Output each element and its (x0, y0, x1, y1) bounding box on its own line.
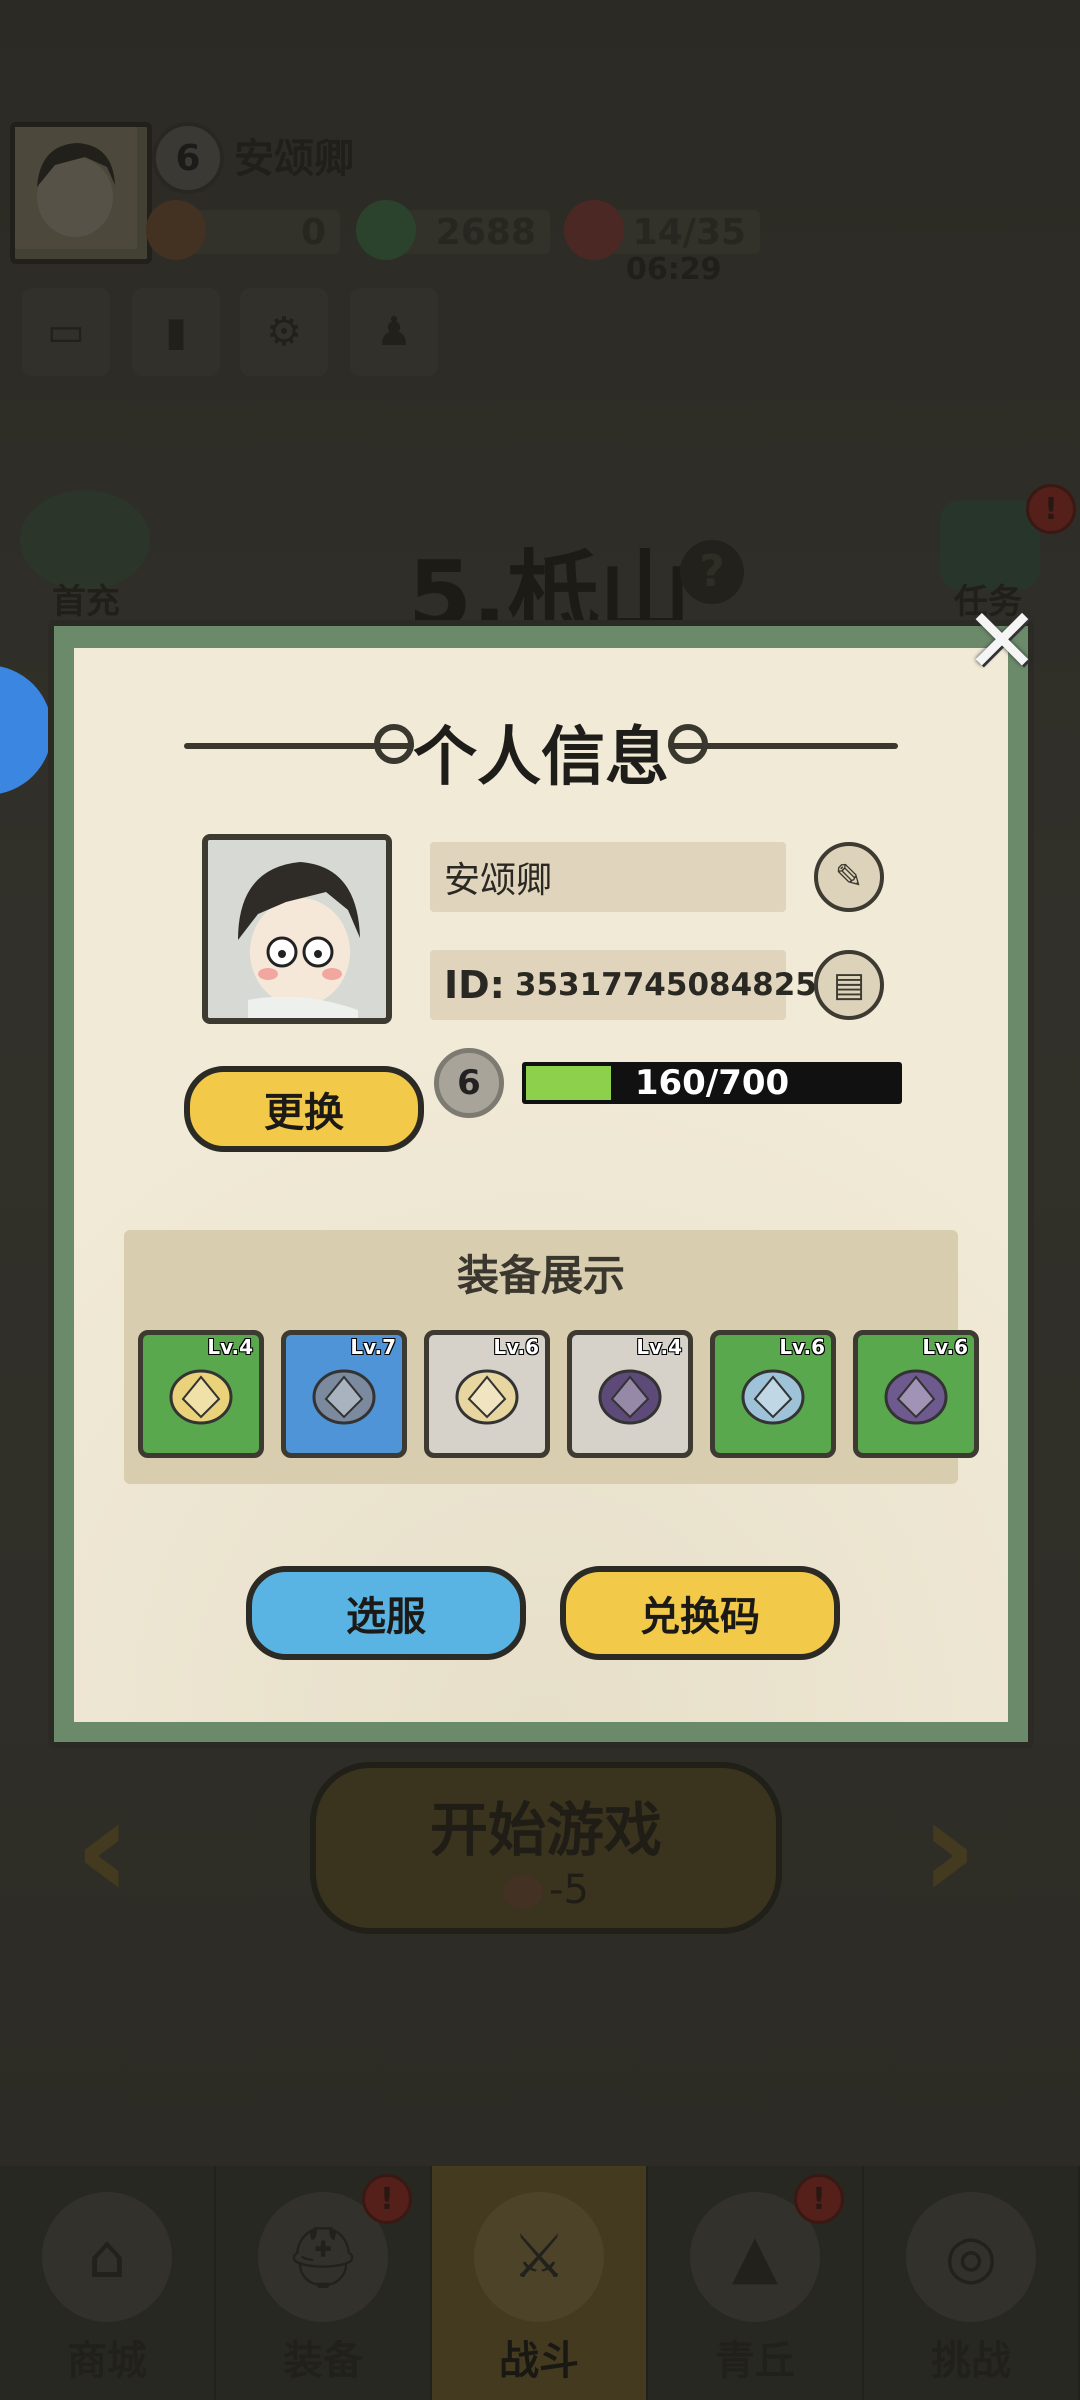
swirl-ornament-left-icon (374, 724, 414, 764)
equipment-slot[interactable]: Lv.6 (424, 1330, 550, 1458)
redeem-code-button[interactable]: 兑换码 (560, 1566, 840, 1660)
dialog-title: 个人信息 (413, 721, 669, 795)
profile-dialog: 个人信息 安颂卿 ✎ ID: 353177450848256 ▤ 6 160/7… (48, 620, 1034, 1748)
id-label: ID: (444, 963, 505, 1007)
equipment-level: Lv.6 (922, 1335, 968, 1359)
equipment-slot[interactable]: Lv.6 (710, 1330, 836, 1458)
xp-progress-text: 160/700 (634, 1063, 790, 1103)
equipment-level: Lv.4 (207, 1335, 253, 1359)
equipment-level: Lv.7 (350, 1335, 396, 1359)
select-server-button[interactable]: 选服 (246, 1566, 526, 1660)
equipment-showcase-title: 装备展示 (456, 1251, 625, 1300)
equipment-level: Lv.6 (493, 1335, 539, 1359)
equipment-slot[interactable]: Lv.7 (281, 1330, 407, 1458)
profile-portrait (202, 834, 392, 1024)
equipment-item-icon (878, 1359, 954, 1431)
equipment-level: Lv.6 (779, 1335, 825, 1359)
change-avatar-button[interactable]: 更换 (184, 1066, 424, 1152)
swirl-ornament-right-icon (668, 724, 708, 764)
equipment-item-icon (592, 1359, 668, 1431)
id-value: 353177450848256 (514, 967, 839, 1003)
player-name-field: 安颂卿 (430, 842, 786, 912)
equipment-item-icon (306, 1359, 382, 1431)
equipment-slot[interactable]: Lv.4 (138, 1330, 264, 1458)
equipment-item-icon (735, 1359, 811, 1431)
equipment-level: Lv.4 (636, 1335, 682, 1359)
equipment-item-icon (449, 1359, 525, 1431)
player-id-field: ID: 353177450848256 (430, 950, 838, 1020)
close-icon[interactable]: ✕ (960, 597, 1044, 687)
profile-dialog-body: 个人信息 安颂卿 ✎ ID: 353177450848256 ▤ 6 160/7… (74, 648, 1008, 1722)
equipment-showcase-panel: 装备展示 Lv.4 Lv.7 Lv.6 Lv.4 Lv.6 Lv.6 (124, 1230, 979, 1484)
dialog-level-badge: 6 (434, 1048, 504, 1118)
equipment-slot[interactable]: Lv.4 (567, 1330, 693, 1458)
equipment-slot[interactable]: Lv.6 (853, 1330, 979, 1458)
xp-progress-bar: 160/700 (522, 1062, 902, 1104)
equipment-item-icon (163, 1359, 239, 1431)
edit-name-brush-icon[interactable]: ✎ (814, 842, 884, 912)
copy-id-icon[interactable]: ▤ (814, 950, 884, 1020)
